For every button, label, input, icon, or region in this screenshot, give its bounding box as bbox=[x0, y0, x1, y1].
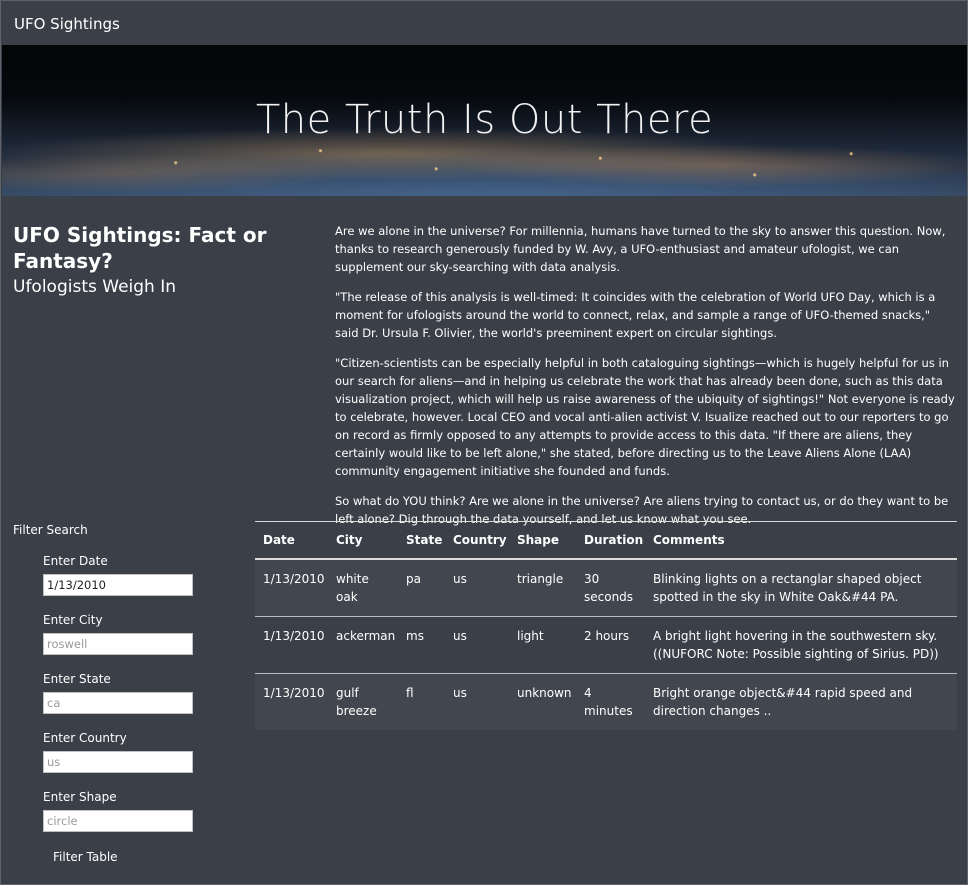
table-row: 1/13/2010 ackerman ms us light 2 hours A… bbox=[255, 616, 957, 674]
table-body: 1/13/2010 white oak pa us triangle 30 se… bbox=[255, 558, 957, 730]
filter-state: Enter State bbox=[43, 671, 203, 730]
table-header: Date City State Country Shape Duration C… bbox=[255, 521, 957, 560]
column-header-duration: Duration bbox=[576, 521, 645, 560]
cell-shape: unknown bbox=[509, 673, 576, 730]
cell-country: us bbox=[445, 673, 509, 730]
cell-duration: 2 hours bbox=[576, 616, 645, 674]
cell-duration: 30 seconds bbox=[576, 558, 645, 617]
cell-city: white oak bbox=[328, 558, 398, 617]
filter-table-button[interactable]: Filter Table bbox=[53, 850, 118, 864]
article-body: Are we alone in the universe? For millen… bbox=[335, 222, 957, 540]
filter-city: Enter City bbox=[43, 612, 203, 671]
state-input[interactable] bbox=[43, 692, 193, 714]
cell-shape: light bbox=[509, 616, 576, 674]
column-header-country: Country bbox=[445, 521, 509, 560]
hero-title: The Truth Is Out There bbox=[255, 97, 714, 143]
city-field-label: Enter City bbox=[43, 613, 103, 627]
column-header-date: Date bbox=[255, 521, 328, 560]
date-field-label: Enter Date bbox=[43, 554, 108, 568]
cell-date: 1/13/2010 bbox=[255, 673, 328, 730]
filter-country: Enter Country bbox=[43, 730, 203, 789]
hero-banner: The Truth Is Out There bbox=[2, 45, 967, 196]
country-field-label: Enter Country bbox=[43, 731, 127, 745]
column-header-comments: Comments bbox=[645, 521, 957, 560]
cell-shape: triangle bbox=[509, 558, 576, 617]
cell-duration: 4 minutes bbox=[576, 673, 645, 730]
ufo-table: Date City State Country Shape Duration C… bbox=[255, 521, 957, 730]
column-header-state: State bbox=[398, 521, 445, 560]
page-frame: UFO Sightings The Truth Is Out There UFO… bbox=[0, 0, 968, 885]
date-input[interactable] bbox=[43, 574, 193, 596]
intro-heading-block: UFO Sightings: Fact or Fantasy? Ufologis… bbox=[13, 222, 323, 298]
shape-input[interactable] bbox=[43, 810, 193, 832]
shape-field-label: Enter Shape bbox=[43, 790, 117, 804]
article-paragraph: "Citizen-scientists can be especially he… bbox=[335, 356, 955, 478]
city-input[interactable] bbox=[43, 633, 193, 655]
page-title: UFO Sightings: Fact or Fantasy? bbox=[13, 223, 267, 273]
filter-search-title: Filter Search bbox=[13, 523, 88, 537]
column-header-city: City bbox=[328, 521, 398, 560]
article-paragraph: "The release of this analysis is well-ti… bbox=[335, 290, 936, 340]
column-header-shape: Shape bbox=[509, 521, 576, 560]
cell-country: us bbox=[445, 616, 509, 674]
ufo-table-container: Date City State Country Shape Duration C… bbox=[255, 521, 957, 730]
cell-date: 1/13/2010 bbox=[255, 558, 328, 617]
filter-list: Enter Date Enter City Enter State Enter … bbox=[43, 553, 203, 848]
state-field-label: Enter State bbox=[43, 672, 111, 686]
cell-state: pa bbox=[398, 558, 445, 617]
cell-city: ackerman bbox=[328, 616, 398, 674]
table-header-row: Date City State Country Shape Duration C… bbox=[255, 521, 957, 560]
cell-state: fl bbox=[398, 673, 445, 730]
article-paragraph: Are we alone in the universe? For millen… bbox=[335, 224, 946, 274]
navbar: UFO Sightings bbox=[2, 2, 967, 44]
cell-comments: Bright orange object&#44 rapid speed and… bbox=[645, 673, 957, 730]
cell-date: 1/13/2010 bbox=[255, 616, 328, 674]
cell-state: ms bbox=[398, 616, 445, 674]
country-input[interactable] bbox=[43, 751, 193, 773]
cell-comments: Blinking lights on a rectanglar shaped o… bbox=[645, 558, 957, 617]
table-row: 1/13/2010 white oak pa us triangle 30 se… bbox=[255, 558, 957, 617]
filter-date: Enter Date bbox=[43, 553, 203, 612]
cell-country: us bbox=[445, 558, 509, 617]
table-row: 1/13/2010 gulf breeze fl us unknown 4 mi… bbox=[255, 673, 957, 730]
page-subtitle: Ufologists Weigh In bbox=[13, 277, 177, 297]
filter-shape: Enter Shape bbox=[43, 789, 203, 848]
cell-city: gulf breeze bbox=[328, 673, 398, 730]
cell-comments: A bright light hovering in the southwest… bbox=[645, 616, 957, 674]
navbar-brand-link[interactable]: UFO Sightings bbox=[14, 15, 120, 33]
